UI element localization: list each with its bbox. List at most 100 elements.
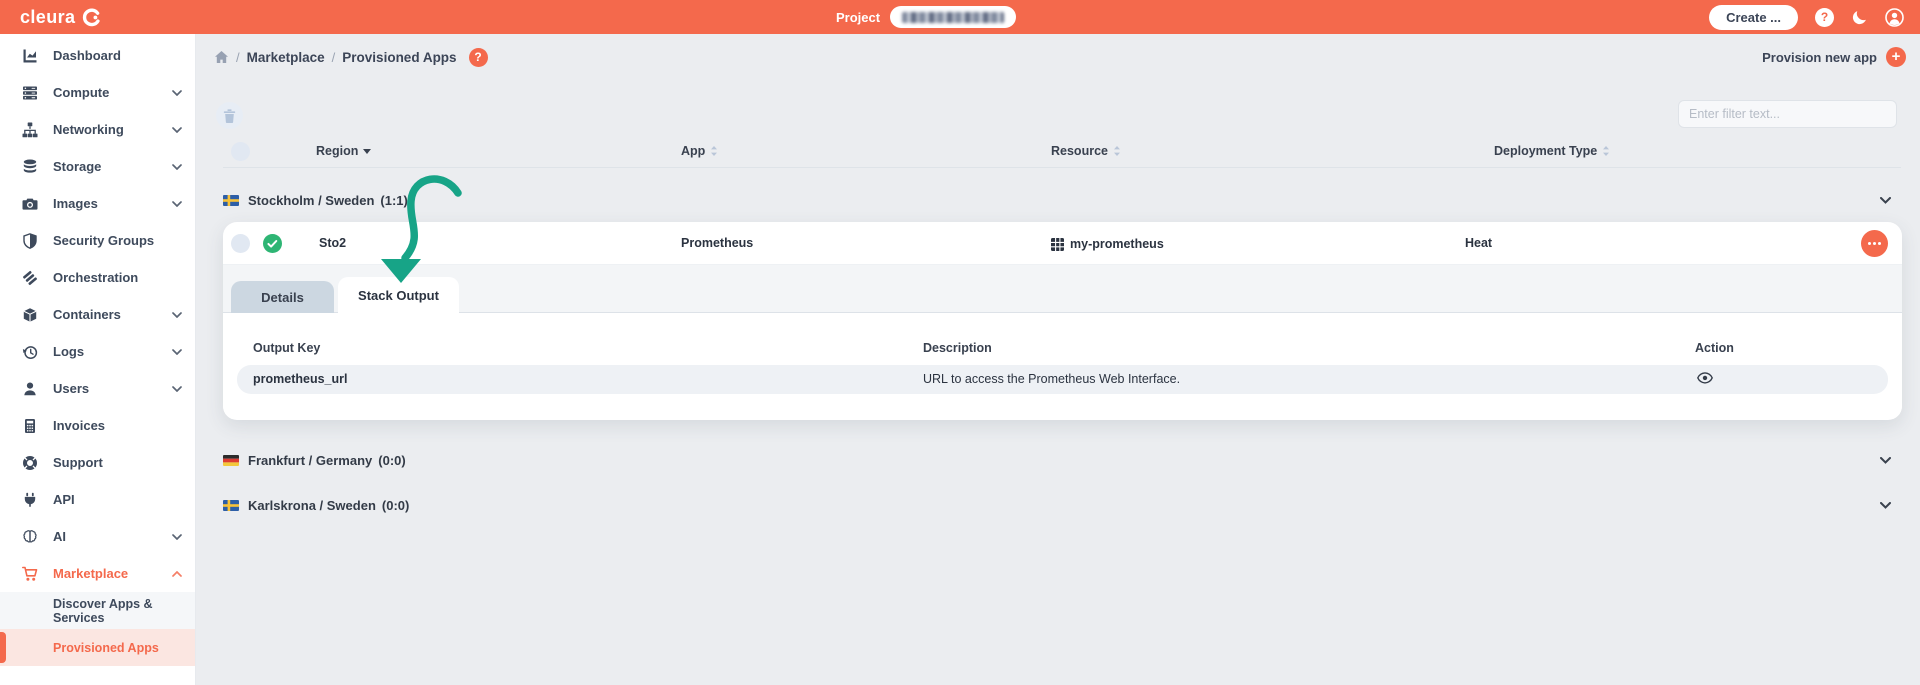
sidebar-item-label: AI <box>53 529 66 544</box>
breadcrumb-separator: / <box>331 49 336 65</box>
sidebar-item-marketplace[interactable]: Marketplace <box>0 555 195 592</box>
cell-app: Prometheus <box>681 236 754 250</box>
sort-icon <box>1113 146 1120 156</box>
chevron-down-icon <box>172 348 182 355</box>
group-count: (1:1) <box>380 192 408 208</box>
sidebar-item-label: Logs <box>53 344 85 359</box>
sidebar-item-containers[interactable]: Containers <box>0 296 195 333</box>
filter-input[interactable] <box>1678 100 1897 128</box>
life-ring-icon <box>20 455 40 471</box>
sidebar-item-support[interactable]: Support <box>0 444 195 481</box>
sidebar-item-images[interactable]: Images <box>0 185 195 222</box>
status-ok-icon <box>263 234 282 258</box>
sidebar-item-security-groups[interactable]: Security Groups <box>0 222 195 259</box>
table-header-row: Region App Resource Deployment Type <box>223 138 1901 168</box>
cell-resource: my-prometheus <box>1051 237 1164 251</box>
user-account-icon[interactable] <box>1885 7 1904 27</box>
provision-new-app-button[interactable]: Provision new app + <box>1762 47 1906 67</box>
person-icon <box>20 381 40 397</box>
delete-selected-button[interactable] <box>216 102 243 129</box>
group-name: Frankfurt / Germany <box>248 452 373 468</box>
region-group-karlskrona[interactable]: Karlskrona / Sweden (0:0) <box>223 488 1901 522</box>
tab-stack-output[interactable]: Stack Output <box>338 277 459 313</box>
help-icon[interactable]: ? <box>1815 7 1834 27</box>
sidebar-item-label: Dashboard <box>53 48 121 63</box>
column-header-deployment-type[interactable]: Deployment Type <box>1494 144 1610 158</box>
sidebar-item-users[interactable]: Users <box>0 370 195 407</box>
breadcrumb-provisioned-apps[interactable]: Provisioned Apps <box>342 50 456 65</box>
row-checkbox[interactable] <box>231 234 250 253</box>
region-group-stockholm[interactable]: Stockholm / Sweden (1:1) <box>223 183 1901 217</box>
view-output-eye-icon[interactable] <box>1697 372 1713 384</box>
sidebar-item-dashboard[interactable]: Dashboard <box>0 37 195 74</box>
sort-desc-icon <box>363 148 372 154</box>
breadcrumb: / Marketplace / Provisioned Apps ? Provi… <box>196 34 1920 74</box>
output-key: prometheus_url <box>253 372 348 386</box>
sidebar-item-compute[interactable]: Compute <box>0 74 195 111</box>
cleura-logo[interactable]: cleura <box>0 7 101 28</box>
sidebar-subitem-discover-apps[interactable]: Discover Apps & Services <box>0 592 195 629</box>
cube-icon <box>20 307 40 323</box>
column-header-resource[interactable]: Resource <box>1051 144 1121 158</box>
sidebar-item-api[interactable]: API <box>0 481 195 518</box>
sidebar-item-storage[interactable]: Storage <box>0 148 195 185</box>
plug-icon <box>20 492 40 508</box>
dashboard-icon <box>20 48 40 64</box>
shopping-cart-icon <box>20 566 40 582</box>
redacted-project-name <box>902 11 1005 23</box>
region-group-frankfurt[interactable]: Frankfurt / Germany (0:0) <box>223 443 1901 477</box>
database-icon <box>20 159 40 175</box>
row-actions-menu-button[interactable] <box>1861 230 1888 257</box>
sort-icon <box>1603 146 1610 156</box>
calculator-icon <box>20 418 40 434</box>
cell-deployment-type: Heat <box>1465 236 1493 250</box>
sidebar-item-label: Users <box>53 381 90 396</box>
top-bar: cleura Project Create ... ? <box>0 0 1920 34</box>
sort-icon <box>711 146 718 156</box>
chevron-down-icon <box>172 89 182 96</box>
sidebar-subitem-provisioned-apps[interactable]: Provisioned Apps <box>0 629 195 666</box>
page-help-icon[interactable]: ? <box>468 47 488 67</box>
sidebar-item-orchestration[interactable]: Orchestration <box>0 259 195 296</box>
sidebar-item-label: Security Groups <box>53 233 155 248</box>
column-header-app[interactable]: App <box>681 144 718 158</box>
home-icon[interactable] <box>214 50 229 64</box>
column-header-region[interactable]: Region <box>316 144 372 158</box>
breadcrumb-marketplace[interactable]: Marketplace <box>247 50 325 65</box>
tab-details[interactable]: Details <box>231 281 334 313</box>
server-icon <box>20 85 40 101</box>
expand-group-chevron-icon[interactable] <box>1880 456 1891 464</box>
output-column-description: Description <box>923 341 992 355</box>
logo-text: cleura <box>20 6 76 27</box>
output-column-key: Output Key <box>253 341 321 355</box>
select-all-checkbox[interactable] <box>231 142 250 161</box>
expand-group-chevron-icon[interactable] <box>1880 501 1891 509</box>
output-column-action: Action <box>1695 341 1734 355</box>
project-value-pill[interactable] <box>890 6 1017 28</box>
group-count: (0:0) <box>381 497 410 513</box>
sidebar: Dashboard Compute Networking Storage Ima… <box>0 34 196 685</box>
output-row: prometheus_url URL to access the Prometh… <box>237 365 1888 394</box>
sidebar-item-ai[interactable]: AI <box>0 518 195 555</box>
main-content: / Marketplace / Provisioned Apps ? Provi… <box>196 34 1920 685</box>
detail-tab-strip: Details Stack Output <box>223 265 1902 313</box>
sidebar-item-invoices[interactable]: Invoices <box>0 407 195 444</box>
create-button[interactable]: Create ... <box>1709 4 1798 30</box>
chevron-down-icon <box>172 311 182 318</box>
group-name: Karlskrona / Sweden <box>248 497 376 513</box>
cell-region: Sto2 <box>319 236 347 250</box>
layers-icon <box>20 270 40 286</box>
sidebar-item-logs[interactable]: Logs <box>0 333 195 370</box>
chevron-down-icon <box>172 200 182 207</box>
provision-new-app-label: Provision new app <box>1762 49 1877 65</box>
sidebar-item-label: Marketplace <box>53 566 129 581</box>
sidebar-item-label: API <box>53 492 75 507</box>
app-row-prometheus[interactable]: Sto2 Prometheus my-prometheus Heat <box>223 222 1902 265</box>
dark-mode-moon-icon[interactable] <box>1851 9 1868 26</box>
collapse-group-chevron-icon[interactable] <box>1880 196 1891 204</box>
output-description: URL to access the Prometheus Web Interfa… <box>923 372 1181 386</box>
chevron-up-icon <box>172 570 182 577</box>
shield-icon <box>20 232 40 249</box>
sidebar-item-networking[interactable]: Networking <box>0 111 195 148</box>
sidebar-item-label: Support <box>53 455 103 470</box>
